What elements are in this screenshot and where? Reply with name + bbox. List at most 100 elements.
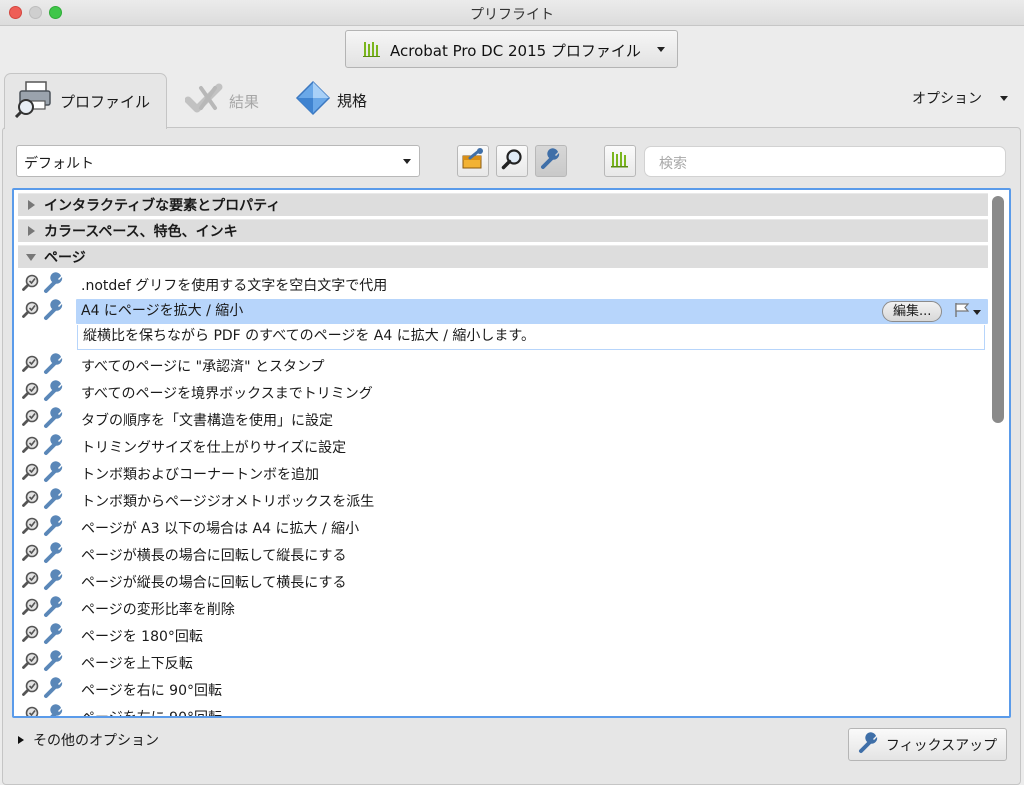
chevron-down-icon [403, 159, 411, 164]
options-menu[interactable]: オプション [912, 88, 1008, 108]
tab-standards-label: 規格 [337, 91, 368, 110]
profile-filter-select[interactable]: デフォルト [16, 145, 420, 177]
wrench-icon [540, 148, 562, 174]
window-title: プリフライト [470, 7, 554, 23]
magnifier-icon [501, 148, 523, 174]
flag-menu[interactable] [954, 302, 981, 322]
check-magnifier-icon [22, 436, 40, 458]
fixup-row[interactable]: ページを 180°回転 [18, 622, 988, 649]
wrench-icon [43, 703, 65, 716]
fixup-label: トンボ類およびコーナートンボを追加 [81, 466, 319, 483]
library-button[interactable] [604, 145, 636, 177]
fixup-row[interactable]: タブの順序を「文書構造を使用」に設定 [18, 406, 988, 433]
edit-fixup-button[interactable]: 編集... [882, 301, 943, 322]
disclosure-right-icon[interactable] [20, 226, 42, 236]
wrench-icon [43, 487, 65, 514]
tab-standards[interactable]: 規格 [295, 80, 367, 120]
printer-magnifier-icon [14, 80, 54, 122]
fixup-row[interactable]: ページを上下反転 [18, 649, 988, 676]
category-pages[interactable]: ページ [18, 245, 988, 268]
fixup-row[interactable]: すべてのページに "承認済" とスタンプ [18, 352, 988, 379]
check-magnifier-icon [22, 625, 40, 647]
fixup-row[interactable]: ページを左に 90°回転 [18, 703, 988, 718]
fixup-label: ページが横長の場合に回転して縦長にする [81, 547, 347, 564]
profile-library-label: Acrobat Pro DC 2015 プロファイル [390, 42, 641, 60]
profile-library-select[interactable]: Acrobat Pro DC 2015 プロファイル [345, 30, 678, 68]
row-icons [18, 568, 76, 595]
row-icons [18, 622, 76, 649]
list-scrollbar[interactable] [992, 196, 1004, 423]
fixup-label: トンボ類からページジオメトリボックスを派生 [81, 493, 375, 510]
tab-results-label: 結果 [229, 92, 260, 111]
wrench-icon [43, 649, 65, 676]
wrench-icon [43, 379, 65, 406]
check-magnifier-icon [22, 382, 40, 404]
fixup-label: .notdef グリフを使用する文字を空白文字で代用 [81, 277, 388, 294]
wrench-icon [858, 731, 880, 758]
fixup-label: ページが A3 以下の場合は A4 に拡大 / 縮小 [81, 520, 360, 537]
row-icons [18, 433, 76, 460]
fixup-label: ページの変形比率を削除 [81, 601, 235, 618]
more-options-label: その他のオプション [33, 733, 159, 749]
fixups-filter-button[interactable] [535, 145, 567, 177]
more-options-toggle[interactable]: その他のオプション [18, 730, 159, 750]
fixup-row[interactable]: ページが横長の場合に回転して縦長にする [18, 541, 988, 568]
disclosure-down-icon[interactable] [20, 253, 42, 261]
checks-filter-button[interactable] [496, 145, 528, 177]
check-magnifier-icon [22, 544, 40, 566]
options-menu-label: オプション [912, 91, 982, 107]
fixup-label: トリミングサイズを仕上がりサイズに設定 [81, 439, 347, 456]
wrench-icon [43, 460, 65, 487]
tab-profiles[interactable]: プロファイル [14, 80, 150, 122]
category-label: ページ [44, 250, 86, 266]
wrench-icon [43, 271, 65, 298]
fixup-row[interactable]: ページが A3 以下の場合は A4 に拡大 / 縮小 [18, 514, 988, 541]
fixup-row[interactable]: トンボ類およびコーナートンボを追加 [18, 460, 988, 487]
category-label: インタラクティブな要素とプロパティ [44, 198, 281, 214]
check-magnifier-icon [22, 355, 40, 377]
fixup-row[interactable]: トリミングサイズを仕上がりサイズに設定 [18, 433, 988, 460]
fixup-row[interactable]: トンボ類からページジオメトリボックスを派生 [18, 487, 988, 514]
chevron-down-icon [1000, 95, 1008, 101]
library-icon [610, 150, 630, 172]
fixup-row[interactable]: A4 にページを拡大 / 縮小 編集... [18, 298, 988, 325]
fixup-row[interactable]: ページの変形比率を削除 [18, 595, 988, 622]
check-magnifier-icon [22, 706, 40, 716]
wrench-icon [43, 541, 65, 568]
fixup-row[interactable]: ページが縦長の場合に回転して横長にする [18, 568, 988, 595]
fixup-label: ページを 180°回転 [81, 628, 203, 645]
disclosure-right-icon [18, 736, 24, 744]
search-input[interactable]: 検索 [644, 146, 1006, 177]
check-magnifier-icon [22, 571, 40, 593]
disclosure-right-icon[interactable] [20, 200, 42, 210]
category-colorspaces[interactable]: カラースペース、特色、インキ [18, 219, 988, 242]
profile-filter-value: デフォルト [24, 156, 94, 172]
check-magnifier-icon [22, 652, 40, 674]
fixup-description: 縦横比を保ちながら PDF のすべてのページを A4 に拡大 / 縮小します。 [77, 325, 985, 350]
check-magnifier-icon [22, 517, 40, 539]
check-magnifier-icon [22, 274, 40, 296]
title-bar: プリフライト [0, 0, 1024, 26]
fixup-label: A4 にページを拡大 / 縮小 [76, 299, 988, 324]
check-magnifier-icon [22, 409, 40, 431]
fixup-row[interactable]: .notdef グリフを使用する文字を空白文字で代用 [18, 271, 988, 298]
wrench-icon [43, 298, 65, 325]
fixup-list[interactable]: インタラクティブな要素とプロパティ カラースペース、特色、インキ ページ .no… [12, 188, 1011, 718]
library-icon [363, 41, 381, 61]
show-all-button[interactable] [457, 145, 489, 177]
diamond-icon [295, 80, 331, 120]
category-interactive[interactable]: インタラクティブな要素とプロパティ [18, 193, 988, 216]
chevron-down-icon [973, 309, 981, 315]
tab-results[interactable]: 結果 [184, 82, 260, 120]
fixup-row[interactable]: すべてのページを境界ボックスまでトリミング [18, 379, 988, 406]
category-label: カラースペース、特色、インキ [44, 224, 238, 240]
check-magnifier-icon [22, 463, 40, 485]
fixup-label: すべてのページを境界ボックスまでトリミング [81, 385, 373, 402]
row-icons [18, 406, 76, 433]
fixup-row[interactable]: ページを右に 90°回転 [18, 676, 988, 703]
tab-profiles-label: プロファイル [60, 92, 151, 111]
fixup-label: ページを左に 90°回転 [81, 709, 222, 718]
row-icons [18, 487, 76, 514]
fixup-button[interactable]: フィックスアップ [848, 728, 1007, 761]
fixup-button-label: フィックスアップ [885, 737, 998, 754]
